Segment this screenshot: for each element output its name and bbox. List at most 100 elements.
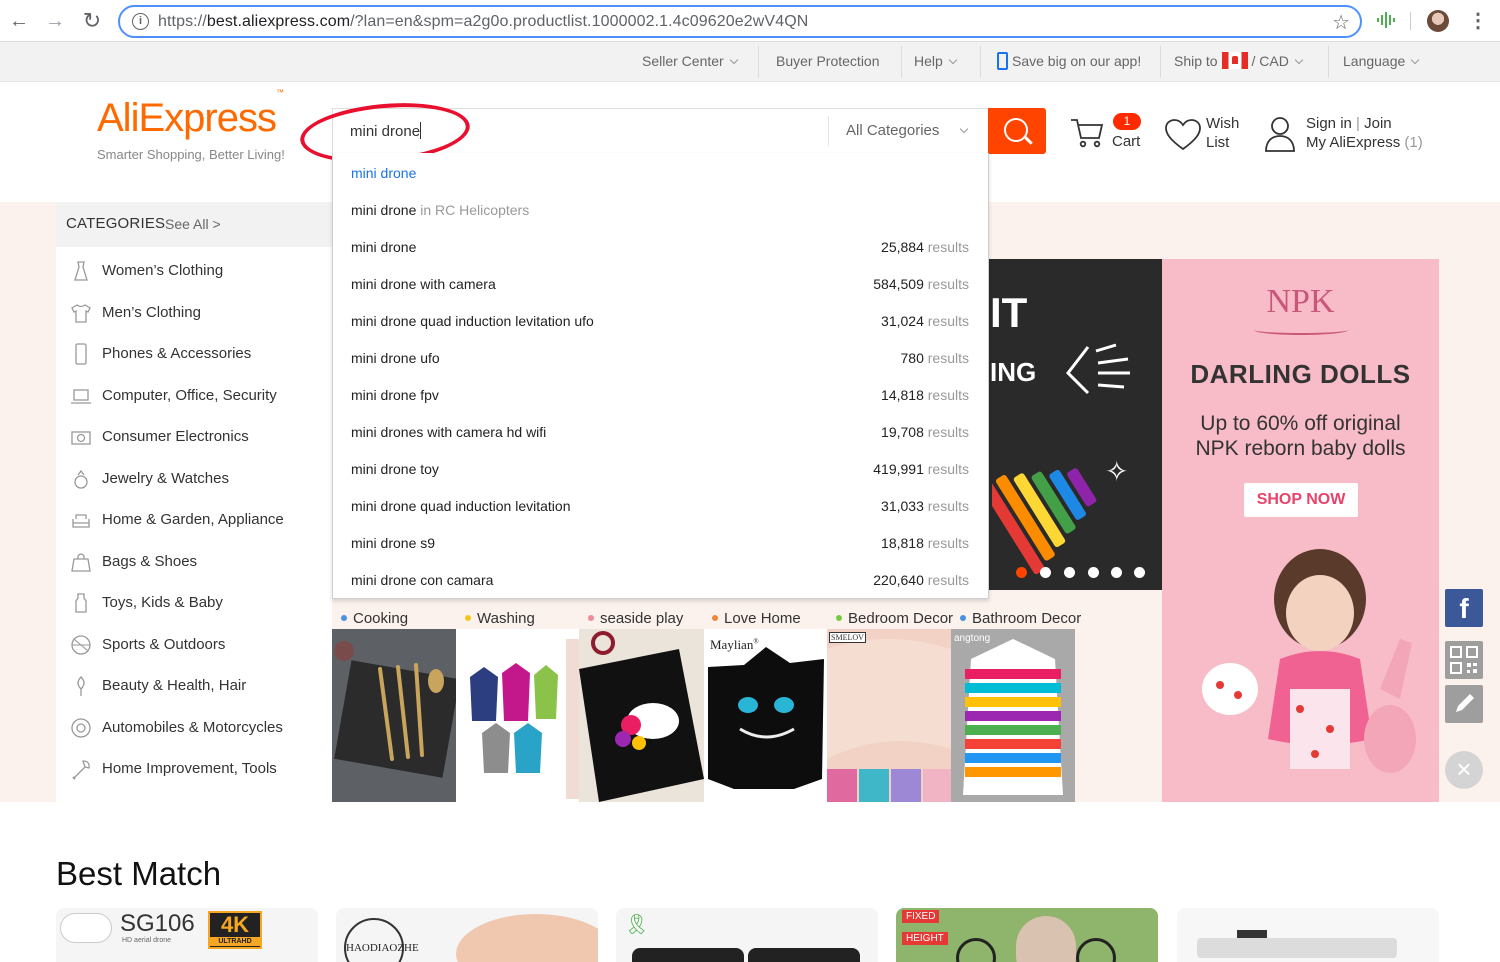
carousel-dot[interactable]: [1040, 567, 1051, 578]
carousel-dot[interactable]: [1064, 567, 1075, 578]
product-card[interactable]: HAODIAOZHE: [336, 908, 598, 962]
strip-tab-cooking[interactable]: Cooking: [341, 610, 408, 627]
suggestion-count: 419,991 results: [873, 461, 969, 477]
address-bar[interactable]: i https://best.aliexpress.com/?lan=en&sp…: [118, 5, 1362, 38]
bookmark-star-icon[interactable]: ☆: [1332, 10, 1350, 35]
suggestion-item[interactable]: mini drone quad induction levitation 31,0…: [333, 488, 988, 525]
carousel-dot-active[interactable]: [1016, 567, 1027, 578]
suggestion-item[interactable]: mini drone: [333, 155, 988, 192]
strip-tab-bedroom-decor[interactable]: Bedroom Decor: [836, 610, 953, 627]
strip-tab-bathroom-decor[interactable]: Bathroom Decor: [960, 610, 1081, 627]
sidebar-item-sofa[interactable]: Home & Garden, Appliance: [56, 499, 332, 540]
language-menu[interactable]: Language: [1343, 42, 1420, 82]
suggestion-item[interactable]: mini drone ufo 780 results: [333, 340, 988, 377]
category-select[interactable]: All Categories: [828, 116, 988, 146]
suggestion-item[interactable]: mini drones with camera hd wifi 19,708 re…: [333, 414, 988, 451]
sidebar-item-beauty[interactable]: Beauty & Health, Hair: [56, 665, 332, 706]
product-card[interactable]: SG106 HD aerial drone 4K ULTRAHD: [56, 908, 318, 962]
sidebar-item-phone[interactable]: Phones & Accessories: [56, 333, 332, 374]
smelov-brand: SMELOV: [829, 632, 866, 643]
help-menu[interactable]: Help: [914, 42, 958, 82]
banner-title: DARLING DOLLS: [1190, 359, 1411, 389]
heart-icon[interactable]: [1164, 118, 1202, 152]
app-promo-link[interactable]: Save big on our app!: [997, 42, 1141, 82]
profile-avatar[interactable]: [1427, 10, 1449, 32]
buyer-protection-link[interactable]: Buyer Protection: [776, 42, 880, 82]
categories-header: CATEGORIES See All >: [56, 202, 332, 247]
browser-menu-icon[interactable]: ⋮: [1468, 8, 1488, 33]
account-separator: |: [1351, 115, 1365, 132]
suggestion-item[interactable]: mini drone with camera 584,509 results: [333, 266, 988, 303]
suggestion-item[interactable]: mini drone s9 18,818 results: [333, 525, 988, 562]
strip-tab-love-home[interactable]: Love Home: [712, 610, 801, 627]
qr-code-button[interactable]: [1445, 641, 1483, 679]
join-link[interactable]: Join: [1364, 115, 1392, 132]
carousel-dot[interactable]: [1134, 567, 1145, 578]
cooking-tile[interactable]: [332, 629, 456, 802]
shop-now-button[interactable]: SHOP NOW: [1244, 483, 1358, 517]
bedroom-decor-tile[interactable]: SMELOV: [827, 629, 951, 802]
sidebar-item-tools[interactable]: Home Improvement, Tools: [56, 748, 332, 789]
close-floating-icon[interactable]: ×: [1445, 751, 1483, 789]
sidebar-item-ball[interactable]: Sports & Outdoors: [56, 624, 332, 665]
account-menu[interactable]: Sign in | Join My AliExpress (1): [1306, 114, 1423, 152]
ring-icon: [74, 469, 88, 489]
ship-to-menu[interactable]: Ship to / CAD: [1174, 42, 1304, 82]
product-card[interactable]: FIXED HEIGHT: [896, 908, 1158, 962]
see-all-link[interactable]: See All >: [165, 216, 221, 232]
sign-in-link[interactable]: Sign in: [1306, 115, 1352, 132]
carousel-dot[interactable]: [1111, 567, 1122, 578]
seaside-play-tile[interactable]: [579, 629, 704, 802]
aliexpress-logo[interactable]: AliExpress™: [97, 88, 284, 141]
site-info-icon[interactable]: i: [132, 13, 149, 30]
washing-tile[interactable]: [456, 629, 579, 802]
drone-case-image: [632, 948, 744, 962]
back-icon[interactable]: ←: [8, 10, 30, 32]
suggestion-item[interactable]: mini drone 25,884 results: [333, 229, 988, 266]
wish-list-link[interactable]: Wish List: [1206, 114, 1239, 152]
subtitle-line-1: Up to 60% off original: [1200, 412, 1401, 435]
forward-icon[interactable]: →: [44, 10, 66, 32]
product-card[interactable]: [1177, 908, 1439, 962]
sidebar-item-bag[interactable]: Bags & Shoes: [56, 541, 332, 582]
reload-icon[interactable]: ↻: [81, 10, 103, 32]
user-icon[interactable]: [1264, 115, 1296, 153]
feedback-button[interactable]: [1445, 685, 1483, 723]
love-home-tile[interactable]: Maylian®: [704, 629, 827, 802]
toy-banner[interactable]: IT ING ✧: [988, 259, 1162, 590]
carousel-dot[interactable]: [1088, 567, 1099, 578]
facebook-icon[interactable]: f: [1445, 589, 1483, 627]
sidebar-item-camera[interactable]: Consumer Electronics: [56, 416, 332, 457]
suggestion-item[interactable]: mini drone in RC Helicopters: [333, 192, 988, 229]
app-promo-label: Save big on our app!: [1012, 53, 1142, 69]
url-text[interactable]: https://best.aliexpress.com/?lan=en&spm=…: [158, 13, 808, 31]
product-card[interactable]: 🎗: [616, 908, 878, 962]
suggestion-item[interactable]: mini drone toy 419,991 results: [333, 451, 988, 488]
suggestion-item[interactable]: mini drone con camara 220,640 results: [333, 562, 988, 599]
suggestion-item[interactable]: mini drone fpv 14,818 results: [333, 377, 988, 414]
bathroom-decor-tile[interactable]: angtong: [951, 629, 1075, 802]
browser-toolbar: ← → ↻ i https://best.aliexpress.com/?lan…: [0, 0, 1500, 42]
cart-link[interactable]: Cart: [1112, 132, 1140, 151]
sidebar-item-shirt[interactable]: Men’s Clothing: [56, 292, 332, 333]
search-button[interactable]: [988, 108, 1046, 154]
category-select-label: All Categories: [846, 122, 940, 139]
cutlery-image: [334, 641, 456, 778]
sidebar-item-dress[interactable]: Women’s Clothing: [56, 250, 332, 291]
chevron-down-icon: [960, 124, 969, 134]
strip-tab-washing[interactable]: Washing: [465, 610, 535, 627]
strip-tab-seaside-play[interactable]: seaside play: [588, 610, 683, 627]
bullet-dot: [836, 615, 842, 621]
sidebar-item-wheel[interactable]: Automobiles & Motorcycles: [56, 707, 332, 748]
sidebar-item-bottle[interactable]: Toys, Kids & Baby: [56, 582, 332, 623]
sidebar-item-ring[interactable]: Jewelry & Watches: [56, 458, 332, 499]
audio-extension-icon[interactable]: [1376, 10, 1396, 30]
cart-icon[interactable]: [1069, 114, 1105, 150]
seller-center-menu[interactable]: Seller Center: [642, 42, 738, 82]
sidebar-item-laptop[interactable]: Computer, Office, Security: [56, 375, 332, 416]
suggestion-count-unit: results: [923, 572, 969, 588]
dolls-banner[interactable]: NPK DARLING DOLLS Up to 60% off original…: [1162, 259, 1439, 802]
suggestion-item[interactable]: mini drone quad induction levitation ufo…: [333, 303, 988, 340]
banner-subtitle: Up to 60% off original NPK reborn baby do…: [1162, 411, 1439, 461]
my-aliexpress-link[interactable]: My AliExpress: [1306, 134, 1400, 151]
